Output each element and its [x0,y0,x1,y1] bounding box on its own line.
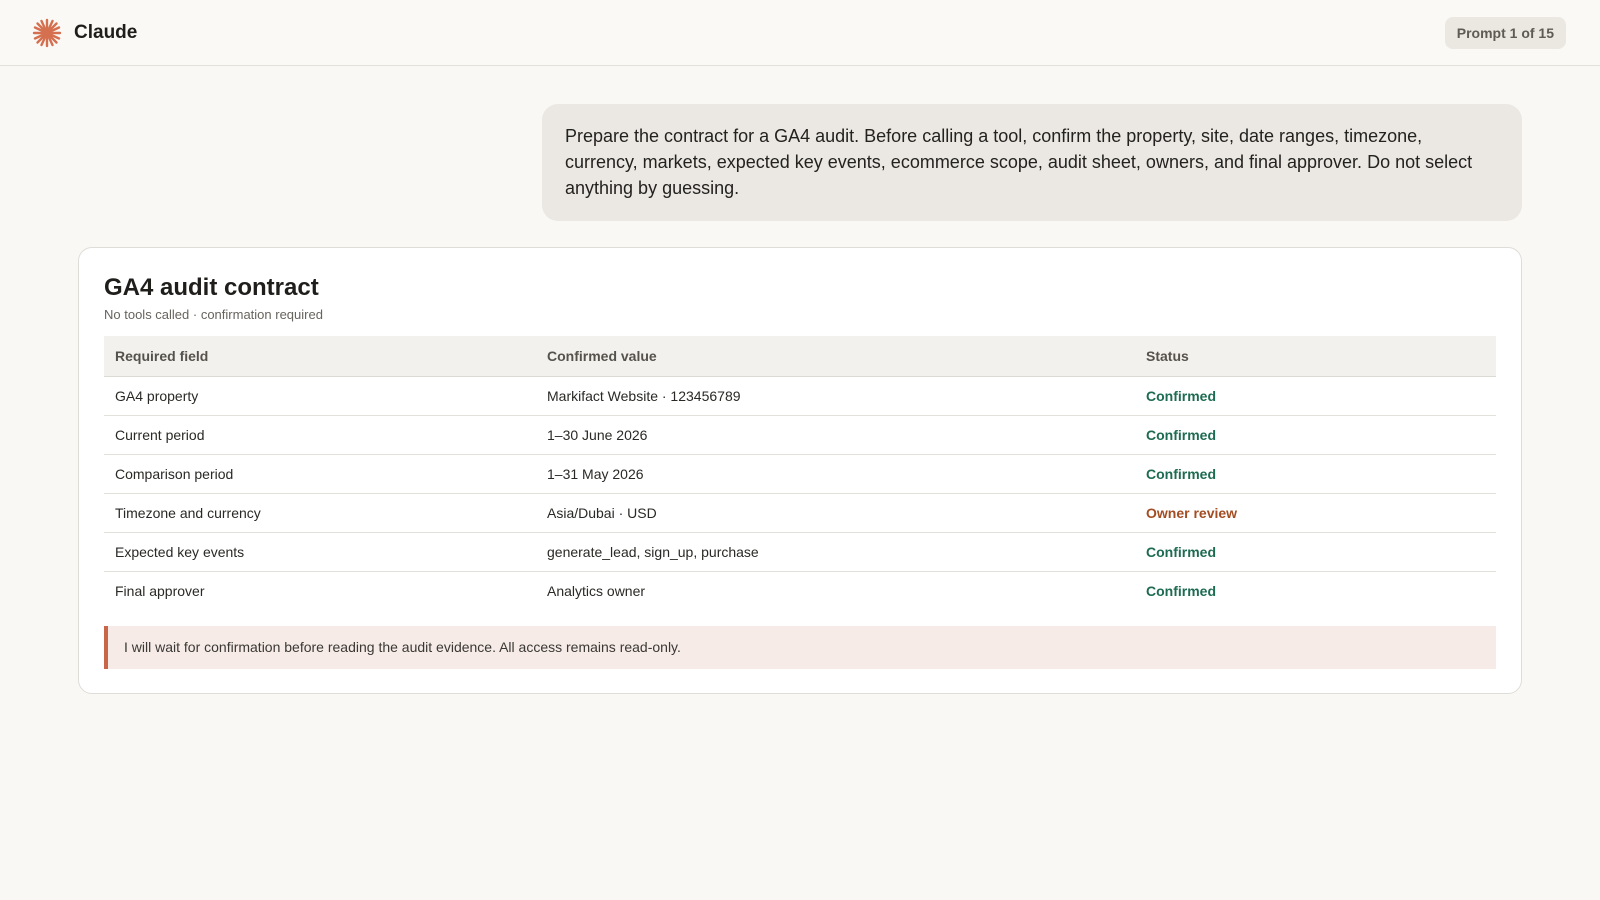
contract-table: Required field Confirmed value Status GA… [104,336,1496,610]
contract-table-body: GA4 property Markifact Website · 12345678… [104,376,1496,610]
table-row: Comparison period 1–31 May 2026 Confirmed [104,454,1496,494]
cell-status: Confirmed [1135,454,1496,494]
table-row: Expected key events generate_lead, sign_u… [104,532,1496,572]
cell-confirmed-value: Markifact Website · 123456789 [536,376,1135,416]
table-header-row: Required field Confirmed value Status [104,336,1496,377]
cell-required-field: Comparison period [104,454,536,494]
cell-required-field: Current period [104,415,536,455]
cell-confirmed-value: 1–30 June 2026 [536,415,1135,455]
confirmation-note: I will wait for confirmation before read… [104,626,1496,669]
cell-confirmed-value: 1–31 May 2026 [536,454,1135,494]
table-row: Current period 1–30 June 2026 Confirmed [104,415,1496,455]
cell-status: Confirmed [1146,582,1216,599]
cell-status: Confirmed [1135,415,1496,455]
table-row: GA4 property Markifact Website · 12345678… [104,376,1496,416]
table-row: Timezone and currency Asia/Dubai · USD Own… [104,493,1496,533]
brand: Claude [32,18,137,48]
column-header-status: Status [1135,336,1496,377]
cell-required-field: Expected key events [104,532,536,572]
user-message-bubble: Prepare the contract for a GA4 audit. Be… [542,104,1522,221]
cell-confirmed-value: Asia/Dubai · USD [536,493,1135,533]
cell-status: Confirmed [1135,532,1496,572]
contract-card: GA4 audit contract No tools called · con… [78,247,1522,694]
prompt-counter-badge: Prompt 1 of 15 [1444,16,1566,49]
claude-logo-icon [32,18,62,47]
cell-required-field: GA4 property [104,376,536,416]
table-row: Final approver Analytics owner Confirmed [104,571,1496,610]
contract-subtitle: No tools called · confirmation required [104,307,323,322]
top-bar: Claude Prompt 1 of 15 [0,0,1600,66]
cell-confirmed-value: generate_lead, sign_up, purchase [536,532,1135,572]
cell-required-field: Timezone and currency [104,493,536,533]
cell-status: Owner review [1135,493,1496,533]
contract-title: GA4 audit contract [104,274,319,301]
column-header-value: Confirmed value [536,336,1135,377]
column-header-field: Required field [104,336,536,377]
chat-area: Prepare the contract for a GA4 audit. Be… [0,66,1600,900]
app-name: Claude [74,21,138,43]
cell-status: Confirmed [1135,376,1496,416]
cell-confirmed-value: Analytics owner [547,582,646,599]
cell-required-field: Final approver [115,582,205,599]
